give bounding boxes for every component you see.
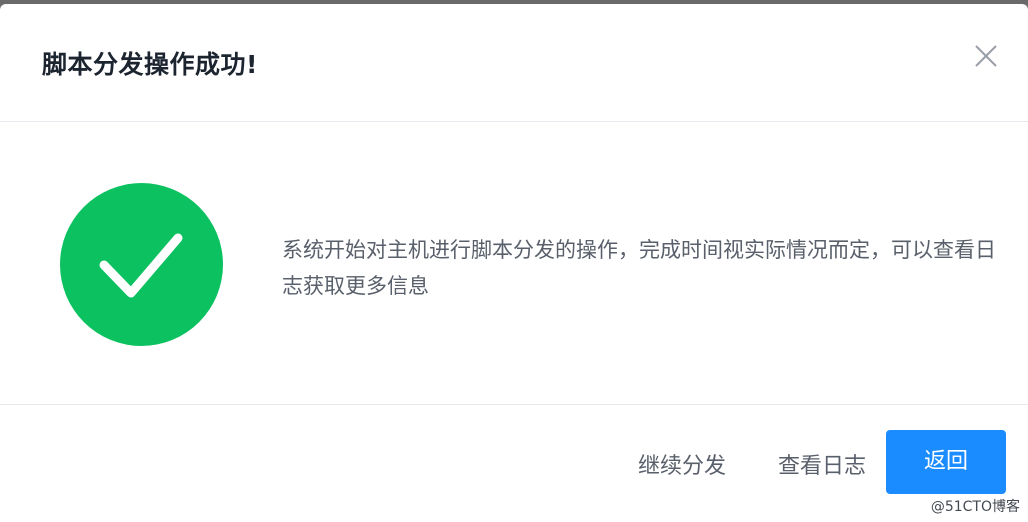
- dialog-header: 脚本分发操作成功!: [0, 4, 1028, 122]
- return-button[interactable]: 返回: [886, 430, 1006, 494]
- continue-distribute-button[interactable]: 继续分发: [638, 447, 726, 487]
- watermark: @51CTO博客: [930, 499, 1020, 515]
- close-icon: [975, 45, 997, 67]
- dialog-title: 脚本分发操作成功!: [42, 50, 258, 79]
- close-button[interactable]: [970, 40, 1002, 72]
- dialog-message: 系统开始对主机进行脚本分发的操作，完成时间视实际情况而定，可以查看日志获取更多信…: [282, 238, 996, 298]
- view-log-button[interactable]: 查看日志: [778, 447, 866, 487]
- dialog-footer: 继续分发 查看日志 返回: [0, 405, 1028, 522]
- dialog-body: 系统开始对主机进行脚本分发的操作，完成时间视实际情况而定，可以查看日志获取更多信…: [0, 122, 1028, 405]
- success-check-icon: [60, 183, 223, 346]
- success-dialog: 脚本分发操作成功! 系统开始对主机进行脚本分发的操作，完成时间视实际情况而定，可…: [0, 4, 1028, 522]
